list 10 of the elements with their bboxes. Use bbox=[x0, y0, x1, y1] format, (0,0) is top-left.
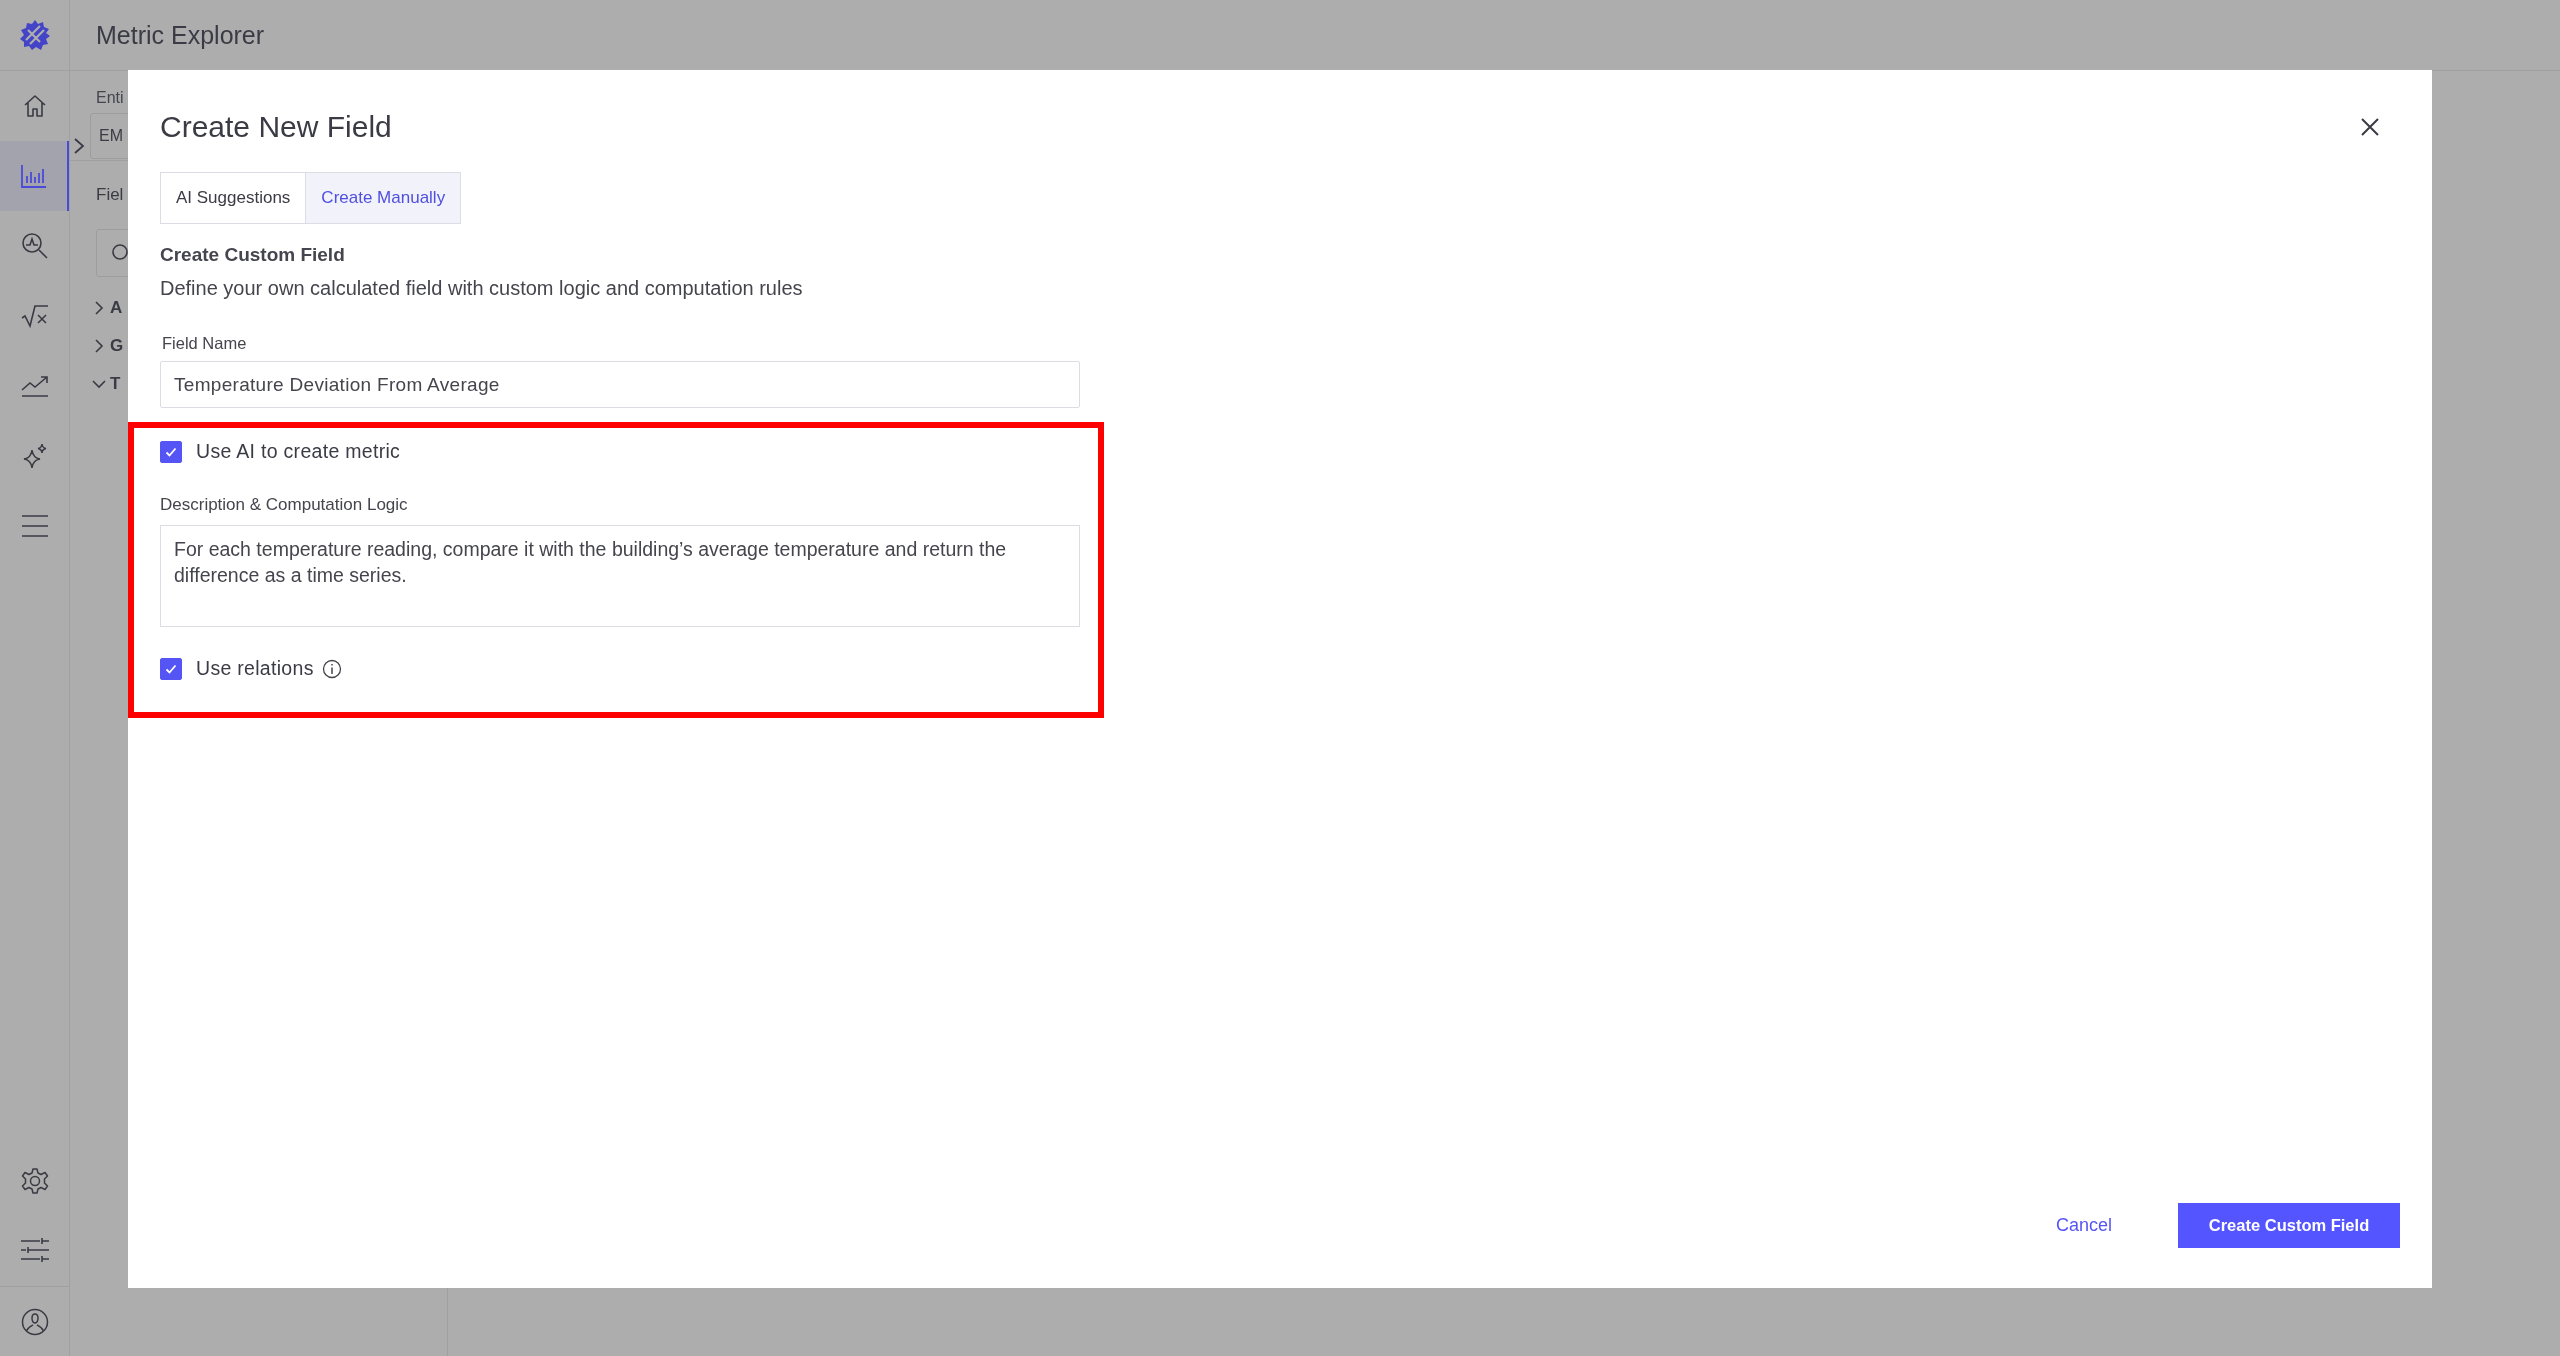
field-label: Description & Computation Logic bbox=[160, 495, 409, 515]
section-title: Create Custom Field bbox=[160, 244, 346, 266]
checkbox-label: Use relations bbox=[196, 657, 314, 680]
field-label: Enti bbox=[96, 89, 125, 107]
app-title: Metric Explorer bbox=[96, 20, 265, 50]
section-description: Define your own calculated field with custom logic and computation rules bbox=[160, 277, 804, 300]
checkbox-label: Use AI to create metric bbox=[196, 440, 401, 463]
field-label: Field Name bbox=[161, 334, 247, 353]
dialog-title: Create New Field bbox=[160, 110, 392, 144]
section-label: Fiel bbox=[96, 185, 124, 205]
